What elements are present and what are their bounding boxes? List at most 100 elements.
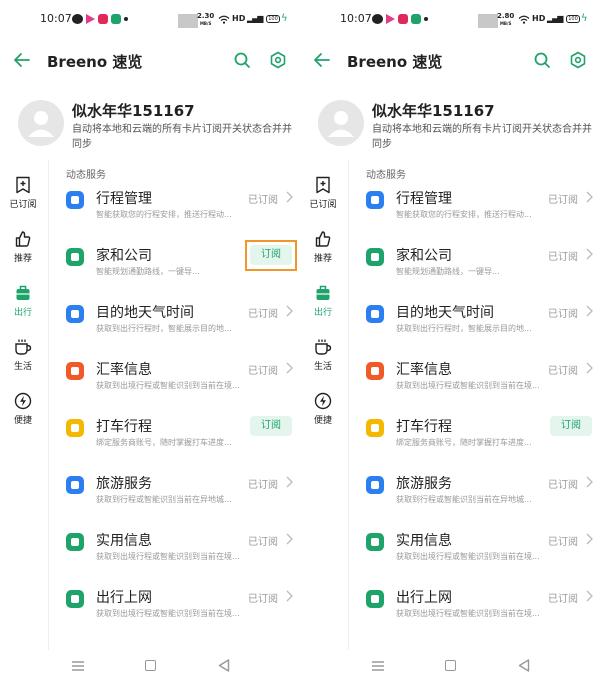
subscribe-button[interactable]: 订阅 bbox=[250, 416, 292, 436]
service-icon bbox=[366, 476, 384, 494]
service-row[interactable]: 汇率信息 获取到出境行程或智能识别到当前在境... 已订阅 bbox=[52, 353, 300, 405]
sidebar-item-label: 便捷 bbox=[13, 416, 32, 426]
sidebar-item-label: 出行 bbox=[313, 308, 332, 318]
service-description: 智能规划通勤路线，一键导... bbox=[396, 267, 500, 276]
sidebar-item-subscribed[interactable]: 已订阅 bbox=[300, 176, 346, 220]
chevron-right-icon bbox=[286, 476, 293, 488]
service-row[interactable]: 家和公司 智能规划通勤路线，一键导... 订阅 bbox=[52, 239, 300, 291]
sidebar-item-travel[interactable]: 出行 bbox=[300, 284, 346, 328]
nav-back-icon[interactable] bbox=[218, 659, 230, 672]
sidebar-item-subscribed[interactable]: 已订阅 bbox=[0, 176, 46, 220]
video-play-icon bbox=[386, 13, 395, 24]
chevron-right-icon bbox=[286, 533, 293, 545]
profile-description: 自动将本地和云端的所有卡片订阅开关状态合并并同步 bbox=[72, 124, 292, 150]
subscribe-button[interactable]: 订阅 bbox=[550, 416, 592, 436]
menu-icon[interactable] bbox=[372, 661, 384, 671]
nav-back-icon[interactable] bbox=[518, 659, 530, 672]
more-notifications-icon bbox=[424, 16, 428, 21]
service-description: 获取到出行行程时，智能展示目的地... bbox=[396, 324, 532, 333]
sidebar-item-life[interactable]: 生活 bbox=[300, 338, 346, 382]
service-title: 旅游服务 bbox=[96, 476, 152, 492]
service-icon bbox=[66, 419, 84, 437]
service-row[interactable]: 目的地天气时间获取到出行行程时，智能展示目的地... 已订阅 bbox=[352, 296, 600, 348]
signal-icon: ▂▄▆ bbox=[547, 14, 564, 23]
service-icon bbox=[366, 305, 384, 323]
service-row[interactable]: 出行上网 获取到出境行程或智能识别到当前在境... 已订阅 bbox=[352, 581, 600, 633]
menu-icon[interactable] bbox=[72, 661, 84, 671]
service-description: 获取到行程或智能识别当前在异地城... bbox=[396, 495, 532, 504]
service-row[interactable]: 实用信息 获取到出境行程或智能识别到当前在境... 已订阅 bbox=[352, 524, 600, 576]
sidebar-item-label: 便捷 bbox=[313, 416, 332, 426]
status-bar: 10:07 2.80 MB/S HD ▂▄▆ 100 ϟ bbox=[300, 8, 600, 30]
avatar[interactable] bbox=[18, 100, 64, 146]
default-avatar-icon bbox=[328, 111, 354, 137]
service-row[interactable]: 打车行程 绑定服务商账号，随时掌握打车进度... 订阅 bbox=[352, 410, 600, 462]
sidebar-divider bbox=[348, 160, 349, 650]
settings-icon[interactable] bbox=[568, 50, 588, 70]
home-icon[interactable] bbox=[145, 660, 156, 671]
sidebar-item-life[interactable]: 生活 bbox=[0, 338, 46, 382]
avatar[interactable] bbox=[318, 100, 364, 146]
service-row[interactable]: 家和公司 智能规划通勤路线，一键导... 已订阅 bbox=[352, 239, 600, 291]
service-row[interactable]: 实用信息 获取到出境行程或智能识别到当前在境... 已订阅 bbox=[52, 524, 300, 576]
sidebar-item-recommend[interactable]: 推荐 bbox=[0, 230, 46, 274]
sidebar-item-convenient[interactable]: 便捷 bbox=[0, 392, 46, 436]
status-time: 10:07 bbox=[40, 12, 72, 25]
sidebar-item-convenient[interactable]: 便捷 bbox=[300, 392, 346, 436]
service-title: 打车行程 bbox=[396, 419, 452, 435]
service-icon bbox=[366, 191, 384, 209]
chevron-right-icon bbox=[286, 590, 293, 602]
service-row[interactable]: 旅游服务 获取到行程或智能识别当前在异地城... 已订阅 bbox=[52, 467, 300, 519]
service-row[interactable]: 行程管理 智能获取您的行程安排，推送行程动... 已订阅 bbox=[52, 182, 300, 234]
home-icon[interactable] bbox=[445, 660, 456, 671]
service-icon bbox=[66, 476, 84, 494]
wechat-icon bbox=[372, 13, 383, 24]
service-description: 智能规划通勤路线，一键导... bbox=[96, 267, 200, 276]
service-icon bbox=[366, 419, 384, 437]
sidebar-item-label: 出行 bbox=[13, 308, 32, 318]
service-icon bbox=[66, 305, 84, 323]
back-arrow-icon[interactable] bbox=[312, 50, 332, 70]
service-row[interactable]: 出行上网获取到出境行程或智能识别到当前在境... 已订阅 bbox=[52, 581, 300, 633]
redacted-block bbox=[478, 14, 498, 28]
subscribed-status: 已订阅 bbox=[548, 309, 578, 320]
subscribed-status: 已订阅 bbox=[248, 366, 278, 377]
service-row[interactable]: 行程管理 智能获取您的行程安排，推送行程动... 已订阅 bbox=[352, 182, 600, 234]
service-title: 出行上网 bbox=[96, 590, 152, 606]
service-title: 目的地天气时间 bbox=[96, 305, 194, 321]
username: 似水年华151167 bbox=[72, 102, 195, 120]
sidebar-item-label: 推荐 bbox=[13, 254, 32, 264]
app-title: Breeno 速览 bbox=[347, 53, 443, 71]
chevron-right-icon bbox=[586, 476, 593, 488]
search-icon[interactable] bbox=[232, 50, 252, 70]
section-title: 动态服务 bbox=[66, 170, 106, 181]
service-row[interactable]: 目的地天气时间 获取到出行行程时，智能展示目的地... 已订阅 bbox=[52, 296, 300, 348]
service-title: 汇率信息 bbox=[396, 362, 452, 378]
more-notifications-icon bbox=[124, 16, 128, 21]
service-row[interactable]: 打车行程 绑定服务商账号，随时掌握打车进度... 订阅 bbox=[52, 410, 300, 462]
wechat-icon bbox=[72, 13, 83, 24]
service-row[interactable]: 汇率信息 获取到出境行程或智能识别到当前在境... 已订阅 bbox=[352, 353, 600, 405]
subscribed-status: 已订阅 bbox=[248, 537, 278, 548]
service-title: 行程管理 bbox=[96, 191, 152, 207]
search-icon[interactable] bbox=[532, 50, 552, 70]
highlight-box bbox=[245, 240, 297, 271]
sidebar-item-recommend[interactable]: 推荐 bbox=[300, 230, 346, 274]
default-avatar-icon bbox=[28, 111, 54, 137]
subscribed-status: 已订阅 bbox=[248, 195, 278, 206]
subscribed-status: 已订阅 bbox=[248, 594, 278, 605]
settings-icon[interactable] bbox=[268, 50, 288, 70]
service-description: 获取到出境行程或智能识别到当前在境... bbox=[96, 609, 240, 618]
service-description: 获取到出境行程或智能识别到当前在境... bbox=[396, 552, 540, 561]
lightning-icon bbox=[14, 392, 32, 410]
service-row[interactable]: 旅游服务 获取到行程或智能识别当前在异地城... 已订阅 bbox=[352, 467, 600, 519]
subscribed-status: 已订阅 bbox=[548, 537, 578, 548]
chevron-right-icon bbox=[586, 191, 593, 203]
back-arrow-icon[interactable] bbox=[12, 50, 32, 70]
service-title: 目的地天气时间 bbox=[396, 305, 494, 321]
service-icon bbox=[66, 191, 84, 209]
sidebar-item-travel[interactable]: 出行 bbox=[0, 284, 46, 328]
service-description: 绑定服务商账号，随时掌握打车进度... bbox=[96, 438, 232, 447]
lightning-icon bbox=[314, 392, 332, 410]
phone-screen-right: 10:07 2.80 MB/S HD ▂▄▆ 100 ϟ Breeno 速览 似水… bbox=[300, 0, 600, 687]
